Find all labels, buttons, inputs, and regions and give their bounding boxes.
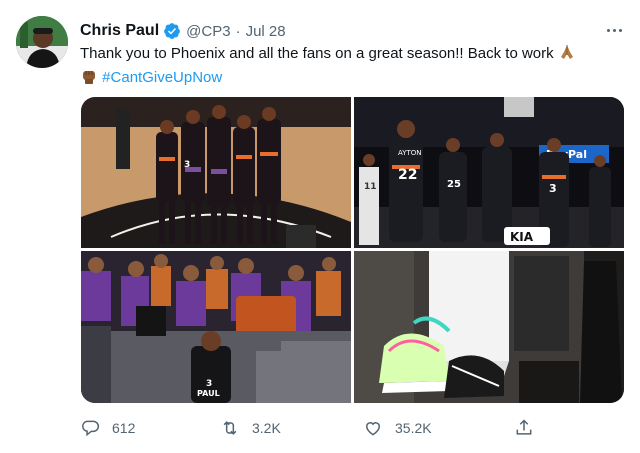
author-name[interactable]: Chris Paul	[80, 22, 159, 40]
svg-text:PAUL: PAUL	[197, 389, 220, 398]
share-button[interactable]	[514, 415, 546, 441]
retweet-button[interactable]: 3.2K	[220, 415, 281, 441]
like-button[interactable]: 35.2K	[363, 415, 432, 441]
svg-text:AYTON: AYTON	[398, 149, 422, 157]
svg-text:25: 25	[447, 179, 461, 190]
more-horizontal-icon	[618, 28, 622, 32]
author-avatar[interactable]	[16, 16, 68, 68]
more-horizontal-icon	[606, 28, 610, 32]
tweet-header: Chris Paul @CP3 · Jul 28	[80, 20, 286, 42]
verified-badge-icon	[164, 23, 181, 39]
tweet-date[interactable]: Jul 28	[246, 23, 286, 40]
hashtag-link[interactable]: #CantGiveUpNow	[102, 69, 222, 86]
tweet-body-text: Thank you to Phoenix and all the fans on…	[80, 45, 554, 62]
profile-photo-icon	[16, 16, 68, 68]
reply-count: 612	[112, 420, 136, 436]
svg-text:3: 3	[549, 182, 557, 195]
more-horizontal-icon	[612, 28, 616, 32]
reply-icon	[82, 420, 100, 437]
media-photo-1[interactable]: 3	[81, 97, 351, 248]
media-photo-3[interactable]: PAUL 3	[81, 251, 351, 403]
media-photo-4[interactable]	[354, 251, 624, 403]
media-grid: 3 PayPal	[81, 97, 624, 403]
svg-text:11: 11	[364, 182, 377, 192]
author-handle[interactable]: @CP3	[186, 23, 230, 40]
raised-fist-emoji-icon	[83, 71, 95, 84]
folded-hands-emoji-icon	[560, 45, 573, 59]
svg-text:KIA: KIA	[510, 230, 534, 244]
svg-text:22: 22	[398, 167, 417, 183]
like-count: 35.2K	[395, 420, 432, 436]
retweet-icon	[223, 421, 237, 435]
tweet-card[interactable]: Chris Paul @CP3 · Jul 28 Thank you to Ph…	[0, 0, 640, 453]
tweet-text-line-2: #CantGiveUpNow	[80, 66, 620, 90]
more-options-button[interactable]	[600, 20, 628, 40]
svg-text:3: 3	[206, 379, 212, 389]
players-court-photo: PayPal A	[354, 97, 624, 248]
separator-dot: ·	[235, 22, 241, 40]
tweet-text-line-1: Thank you to Phoenix and all the fans on…	[80, 42, 620, 66]
team-huddle-photo: 3	[81, 97, 351, 248]
media-photo-2[interactable]: PayPal A	[354, 97, 624, 248]
svg-text:3: 3	[184, 160, 190, 170]
fans-stands-photo: PAUL 3	[81, 251, 351, 403]
share-icon	[516, 419, 532, 435]
tweet-actions: 612 3.2K 35.2K	[80, 415, 560, 441]
tweet-text: Thank you to Phoenix and all the fans on…	[80, 42, 620, 90]
retweet-count: 3.2K	[252, 420, 281, 436]
locker-sneakers-photo	[354, 251, 624, 403]
reply-button[interactable]: 612	[80, 415, 135, 441]
heart-icon	[365, 422, 381, 436]
